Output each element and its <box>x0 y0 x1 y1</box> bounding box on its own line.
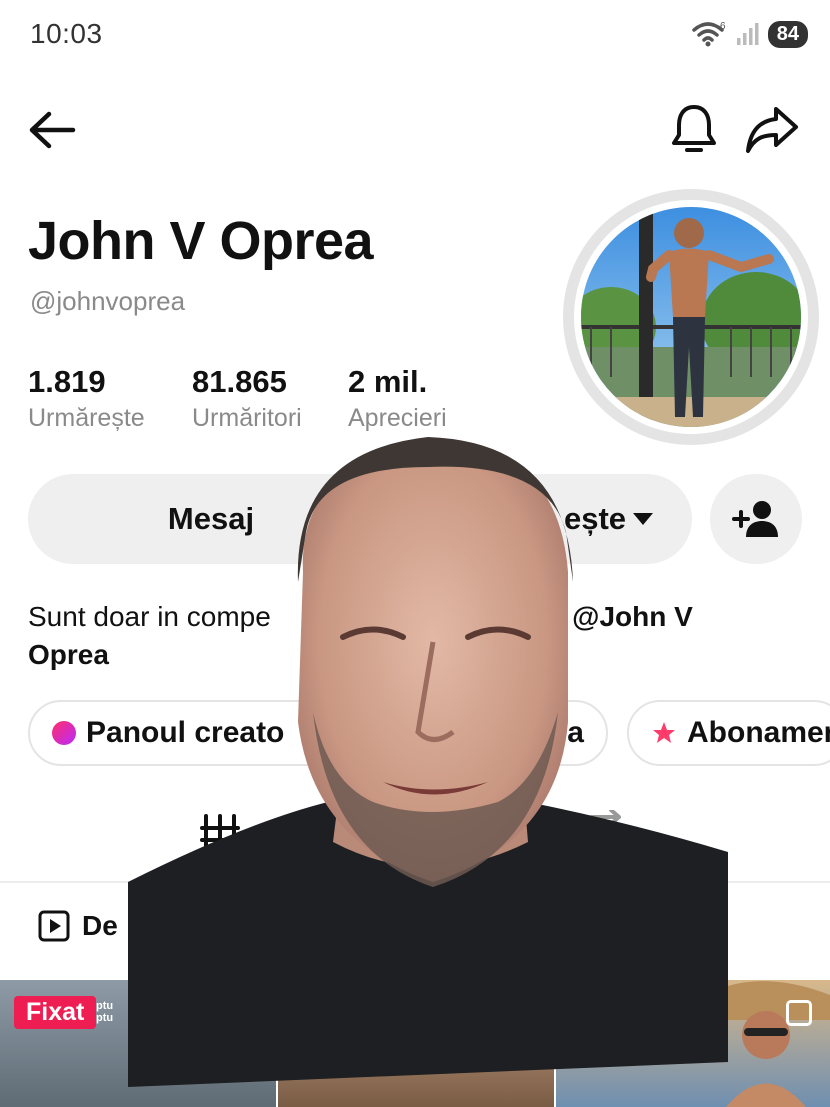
pinned-badge: Fixat <box>14 996 97 1029</box>
profile-display-name: John V Oprea <box>28 211 374 271</box>
play-box-icon <box>38 910 70 942</box>
arrow-left-icon <box>29 111 76 149</box>
multi-photo-icon <box>786 1000 812 1026</box>
subtab-videos-label: De <box>82 910 118 941</box>
share-arrow-icon <box>746 107 798 153</box>
bell-icon <box>672 105 716 152</box>
status-bar: 10:03 6 84 <box>0 0 830 70</box>
tile-caption: ptu ptu <box>96 1000 114 1024</box>
signal-icon <box>736 23 759 45</box>
add-user-icon <box>732 501 778 537</box>
stat-following-value: 1.819 <box>28 364 106 399</box>
profile-handle: @johnvoprea <box>30 286 186 316</box>
back-button[interactable] <box>24 104 80 156</box>
stat-followers-value: 81.865 <box>192 364 287 399</box>
notification-bell-button[interactable] <box>664 100 724 160</box>
battery-indicator: 84 <box>767 20 808 48</box>
avatar-photo <box>581 207 801 427</box>
share-button[interactable] <box>740 100 804 160</box>
subtab-videos[interactable]: De <box>38 910 118 942</box>
creator-overlay-person <box>128 437 728 1087</box>
creator-dot-icon <box>52 721 76 745</box>
stat-likes-value: 2 mil. <box>348 364 428 399</box>
wifi-icon: 6 <box>692 21 726 47</box>
svg-text:6: 6 <box>720 21 726 32</box>
avatar <box>581 207 801 427</box>
status-icons: 6 84 <box>692 20 808 48</box>
avatar-ring[interactable] <box>563 189 819 445</box>
status-time: 10:03 <box>30 18 103 49</box>
